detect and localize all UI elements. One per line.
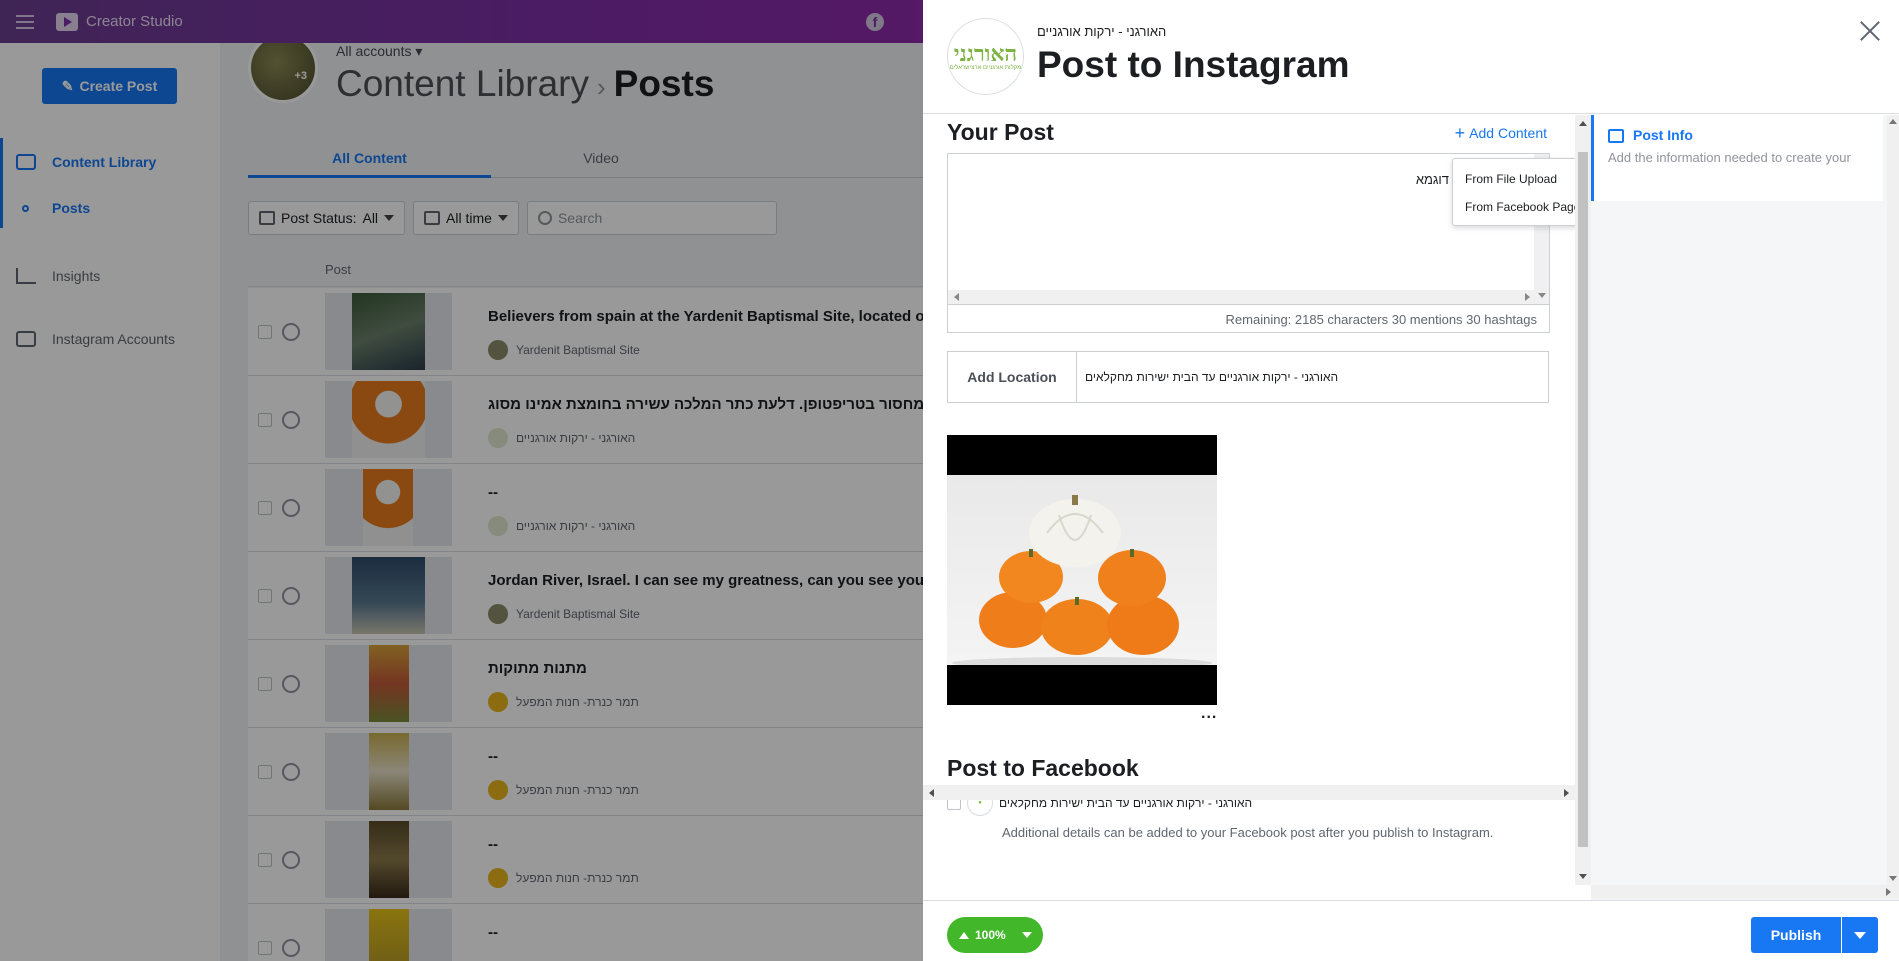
scroll-up-icon[interactable]	[1579, 121, 1587, 126]
panel-scrollbar[interactable]	[1887, 115, 1899, 885]
post-to-facebook-heading: Post to Facebook	[947, 755, 1139, 781]
publish-options-button[interactable]	[1842, 917, 1878, 953]
facebook-note: Additional details can be added to your …	[1002, 825, 1494, 840]
post-editor: Your Post + Add Content דוגמא Remaining:…	[923, 115, 1575, 900]
editor-h-scrollbar[interactable]	[923, 785, 1575, 800]
upload-progress-button[interactable]: 100%	[947, 917, 1043, 953]
scroll-up-icon[interactable]	[1889, 119, 1897, 124]
chevron-down-icon	[1021, 932, 1032, 938]
editor-scrollbar[interactable]	[1575, 115, 1591, 885]
post-info-card[interactable]: Post Info Add the information needed to …	[1591, 115, 1883, 201]
upload-progress-value: 100%	[975, 928, 1006, 942]
publish-button[interactable]: Publish	[1751, 917, 1841, 953]
scroll-right-icon[interactable]	[1525, 293, 1530, 301]
more-options-icon[interactable]: ...	[1201, 705, 1217, 723]
post-to-instagram-dialog: האורגני מקלות אורגניים ארצישראלים האורגנ…	[923, 0, 1899, 961]
logo-subtext: מקלות אורגניים ארצישראלים	[949, 64, 1022, 71]
menu-item-file-upload[interactable]: From File Upload	[1453, 165, 1575, 193]
menu-item-facebook-page[interactable]: From Facebook Page	[1453, 193, 1575, 221]
scroll-down-icon[interactable]	[1889, 876, 1897, 881]
caption-text: דוגמא	[1415, 172, 1449, 187]
plus-icon: +	[1454, 123, 1466, 143]
scroll-down-icon[interactable]	[1538, 293, 1546, 298]
pumpkins-image	[947, 475, 1217, 665]
chevron-down-icon	[1854, 931, 1866, 939]
logo-text: האורגני	[953, 40, 1018, 67]
remaining-counter: Remaining: 2185 characters 30 mentions 3…	[948, 304, 1549, 333]
post-info-panel: Post Info Add the information needed to …	[1591, 115, 1899, 900]
textarea-h-scrollbar[interactable]	[948, 290, 1536, 304]
your-post-heading: Your Post	[947, 119, 1054, 145]
location-value: האורגני - ירקות אורגניים עד הבית ישירות …	[1085, 370, 1339, 384]
location-field: Add Location האורגני - ירקות אורגניים עד…	[947, 351, 1549, 403]
scroll-left-icon[interactable]	[954, 293, 959, 301]
dialog-account-name: האורגני - ירקות אורגניים	[1037, 24, 1167, 39]
info-icon	[1608, 129, 1624, 143]
add-location-button[interactable]: Add Location	[948, 352, 1077, 402]
dialog-title: Post to Instagram	[1037, 44, 1350, 85]
post-info-title: Post Info	[1633, 127, 1693, 143]
dialog-header: האורגני מקלות אורגניים ארצישראלים האורגנ…	[923, 0, 1899, 114]
scroll-right-icon[interactable]	[1564, 789, 1569, 797]
upload-icon	[959, 931, 969, 939]
scrollbar-thumb[interactable]	[1578, 152, 1588, 847]
add-content-button[interactable]: + Add Content	[1454, 123, 1547, 143]
dialog-footer: 100% Publish	[923, 900, 1899, 961]
scroll-down-icon[interactable]	[1579, 874, 1587, 879]
media-preview[interactable]	[947, 435, 1217, 705]
panel-h-scrollbar[interactable]	[1591, 885, 1899, 899]
add-content-label: Add Content	[1469, 125, 1547, 141]
account-logo: האורגני מקלות אורגניים ארצישראלים	[947, 18, 1024, 95]
location-input[interactable]: האורגני - ירקות אורגניים עד הבית ישירות …	[1077, 352, 1548, 402]
close-icon[interactable]	[1859, 20, 1881, 42]
scroll-right-icon[interactable]	[1886, 888, 1891, 896]
add-content-menu: From File Upload From Facebook Page	[1452, 158, 1575, 226]
post-info-description: Add the information needed to create you…	[1608, 150, 1851, 165]
modal-backdrop[interactable]	[0, 0, 923, 961]
scroll-left-icon[interactable]	[929, 789, 934, 797]
